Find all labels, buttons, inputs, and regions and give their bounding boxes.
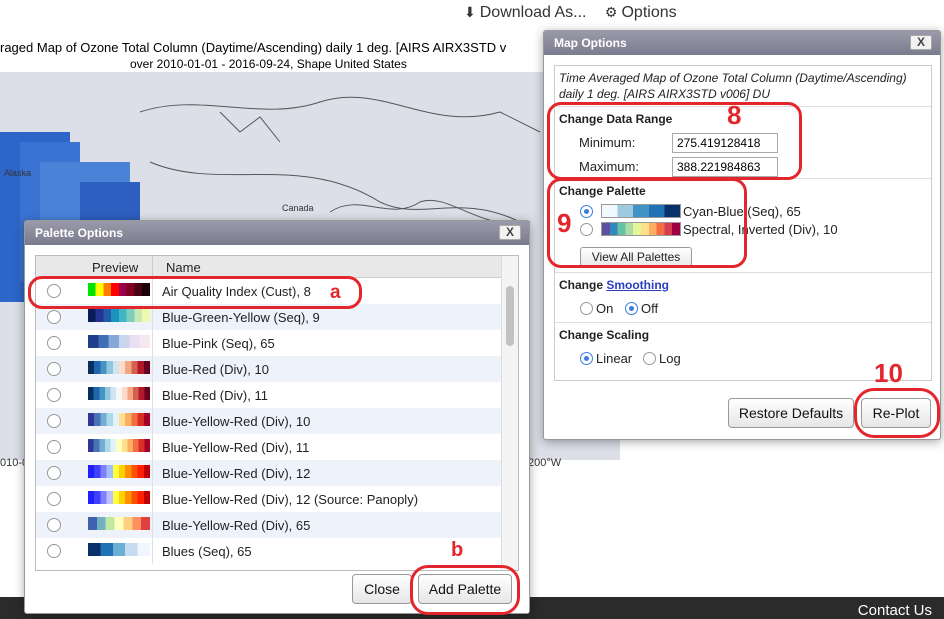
download-label: Download As... <box>479 4 587 21</box>
palette-list-header: Preview Name <box>36 256 518 278</box>
scrollbar-thumb[interactable] <box>506 286 514 346</box>
palette-preview-swatch <box>88 361 150 374</box>
scaling-linear-radio[interactable]: Linear <box>580 351 632 366</box>
palette-row-name: Blue-Yellow-Red (Div), 11 <box>162 440 310 455</box>
gear-icon: ⚙ <box>604 4 618 20</box>
annotation-box-8 <box>547 102 802 180</box>
map-description: Time Averaged Map of Ozone Total Column … <box>559 71 907 101</box>
palette-row[interactable]: Blues (Seq), 65 <box>36 538 502 564</box>
scaling-log-radio[interactable]: Log <box>643 351 681 366</box>
palette-row-name: Blue-Yellow-Red (Div), 65 <box>162 518 311 533</box>
close-button[interactable]: Close <box>352 574 412 604</box>
contact-us-link[interactable]: Contact Us <box>858 602 932 619</box>
download-link[interactable]: ⬇ Download As... <box>464 4 586 21</box>
scaling-title: Change Scaling <box>559 328 650 342</box>
palette-dialog-title: Palette Options <box>35 226 124 240</box>
palette-row-radio[interactable] <box>47 362 61 376</box>
palette-list-scrollbar[interactable] <box>501 256 518 570</box>
annotation-9: 9 <box>557 208 572 238</box>
smoothing-section: Change Smoothing On Off <box>555 272 933 322</box>
annotation-b: b <box>451 539 464 561</box>
annotation-8: 8 <box>727 100 742 130</box>
map-bottom-longitude: 200°W <box>528 457 562 469</box>
options-label: Options <box>621 4 677 21</box>
palette-dialog-header: Palette Options X <box>25 221 529 245</box>
palette-preview-swatch <box>88 387 150 400</box>
options-link[interactable]: ⚙ Options <box>605 4 677 21</box>
palette-row-name: Blues (Seq), 65 <box>162 544 252 559</box>
smoothing-on-label: On <box>596 301 614 316</box>
palette-preview-swatch <box>88 335 150 348</box>
annotation-a: a <box>330 282 341 303</box>
map-dialog-close-button[interactable]: X <box>910 35 932 50</box>
palette-row-name: Blue-Green-Yellow (Seq), 9 <box>162 310 320 325</box>
palette-row-name: Blue-Yellow-Red (Div), 10 <box>162 414 311 429</box>
smoothing-off-label: Off <box>641 301 659 316</box>
map-label-alaska: Alaska <box>4 168 32 178</box>
palette-row[interactable]: Blue-Yellow-Red (Div), 12 <box>36 460 502 486</box>
column-name: Name <box>166 260 201 275</box>
palette-row[interactable]: Blue-Red (Div), 11 <box>36 382 502 408</box>
map-subtitle: over 2010-01-01 - 2016-09-24, Shape Unit… <box>130 57 407 71</box>
palette-row[interactable]: Blue-Yellow-Red (Div), 65 <box>36 512 502 538</box>
map-title: raged Map of Ozone Total Column (Daytime… <box>0 40 507 55</box>
palette-row-name: Blue-Red (Div), 11 <box>162 388 268 403</box>
palette-row-radio[interactable] <box>47 492 61 506</box>
palette-row[interactable]: Blue-Yellow-Red (Div), 10 <box>36 408 502 434</box>
palette-row[interactable]: Blue-Yellow-Red (Div), 12 (Source: Panop… <box>36 486 502 512</box>
palette-preview-swatch <box>88 413 150 426</box>
map-label-canada: Canada <box>282 203 314 213</box>
palette-row[interactable]: Blue-Yellow-Red (Div), 11 <box>36 434 502 460</box>
palette-preview-swatch <box>88 543 150 556</box>
palette-row-name: Blue-Red (Div), 10 <box>162 362 269 377</box>
annotation-box-b <box>410 565 520 615</box>
palette-row-radio[interactable] <box>47 310 61 324</box>
palette-preview-swatch <box>88 491 150 504</box>
palette-preview-swatch <box>88 309 150 322</box>
annotation-box-a <box>28 276 362 309</box>
palette-row-name: Blue-Yellow-Red (Div), 12 <box>162 466 311 481</box>
annotation-10: 10 <box>874 358 903 388</box>
palette-preview-swatch <box>88 517 150 530</box>
smoothing-title: Change Smoothing <box>559 278 669 292</box>
scaling-log-label: Log <box>659 351 681 366</box>
map-dialog-header: Map Options X <box>544 31 940 55</box>
palette-row-radio[interactable] <box>47 518 61 532</box>
palette-preview-swatch <box>88 439 150 452</box>
download-icon: ⬇ <box>464 4 476 20</box>
top-toolbar: ⬇ Download As... ⚙ Options <box>464 4 691 22</box>
palette-row-radio[interactable] <box>47 336 61 350</box>
palette-row-radio[interactable] <box>47 466 61 480</box>
annotation-box-10 <box>854 388 940 438</box>
palette-row[interactable]: Blue-Red (Div), 10 <box>36 356 502 382</box>
palette-row[interactable]: Blue-Pink (Seq), 65 <box>36 330 502 356</box>
column-preview: Preview <box>92 260 139 275</box>
smoothing-link[interactable]: Smoothing <box>606 278 669 292</box>
palette-row-radio[interactable] <box>47 544 61 558</box>
map-dialog-title: Map Options <box>554 36 627 50</box>
annotation-box-9 <box>547 178 747 268</box>
scaling-linear-label: Linear <box>596 351 633 366</box>
palette-row-name: Blue-Yellow-Red (Div), 12 (Source: Panop… <box>162 492 419 507</box>
smoothing-off-radio[interactable]: Off <box>625 301 658 316</box>
palette-dialog-close-button[interactable]: X <box>499 225 521 240</box>
palette-row-name: Blue-Pink (Seq), 65 <box>162 336 275 351</box>
palette-row-radio[interactable] <box>47 388 61 402</box>
palette-preview-swatch <box>88 465 150 478</box>
smoothing-prefix: Change <box>559 278 607 292</box>
restore-defaults-button[interactable]: Restore Defaults <box>728 398 854 428</box>
palette-row-radio[interactable] <box>47 414 61 428</box>
palette-rows: Air Quality Index (Cust), 8 Blue-Green-Ye… <box>36 278 502 570</box>
smoothing-on-radio[interactable]: On <box>580 301 613 316</box>
palette-row-radio[interactable] <box>47 440 61 454</box>
